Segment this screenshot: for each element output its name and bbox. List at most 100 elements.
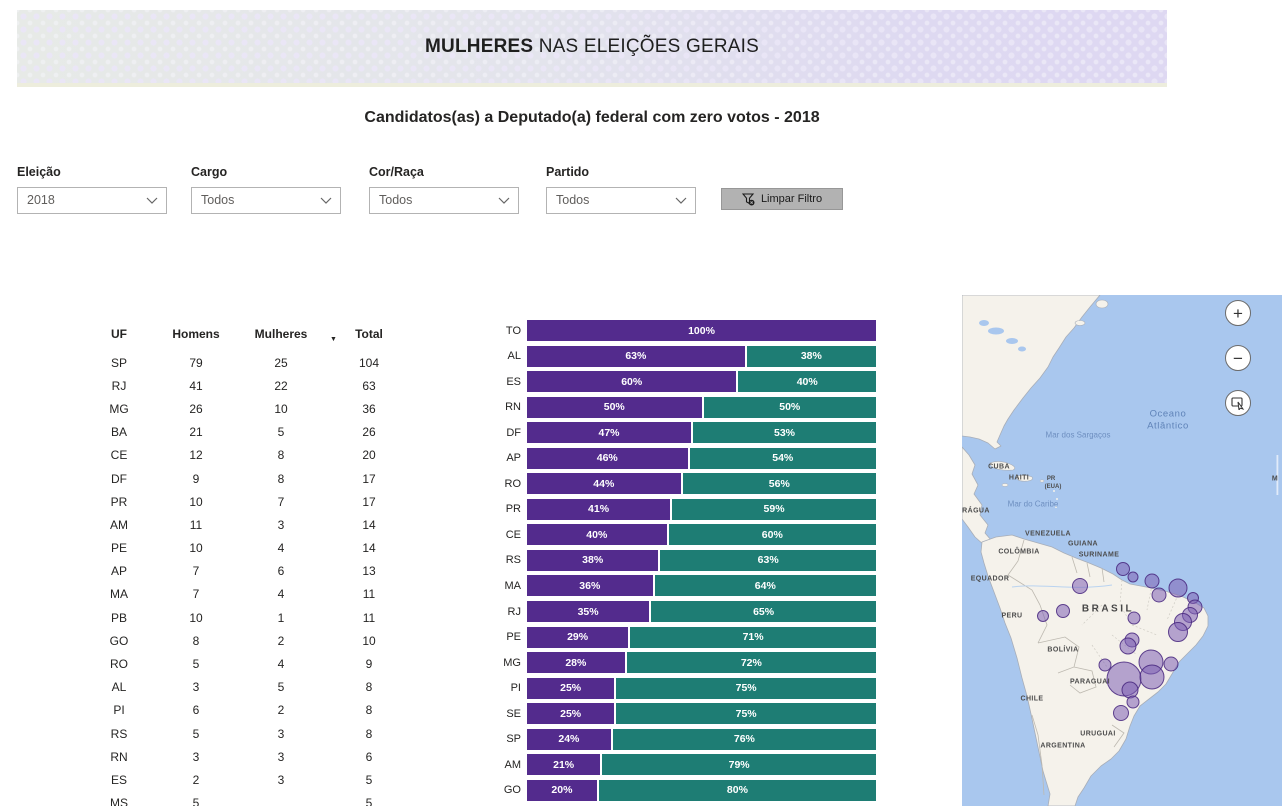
bar-segment-homens[interactable]: 75% bbox=[616, 703, 876, 724]
table-cell: MS bbox=[80, 796, 158, 806]
table-row[interactable]: RJ412263 bbox=[80, 374, 410, 397]
bar-segment-homens[interactable]: 72% bbox=[627, 652, 876, 673]
table-cell: 17 bbox=[328, 495, 410, 509]
table-row[interactable]: RS538 bbox=[80, 722, 410, 745]
brazil-bubble-map[interactable]: OceanoAtlânticoMar dos SargaçosCUBAHAITI… bbox=[962, 295, 1282, 806]
bar-segment-homens[interactable]: 75% bbox=[616, 678, 876, 699]
table-row[interactable]: PB10111 bbox=[80, 606, 410, 629]
map-bubble[interactable] bbox=[1127, 696, 1139, 708]
table-row[interactable]: PR10717 bbox=[80, 490, 410, 513]
bar-segment-homens[interactable]: 79% bbox=[602, 754, 876, 775]
bar-segment-mulheres[interactable]: 25% bbox=[527, 678, 614, 699]
bar-track: 24%76% bbox=[527, 729, 876, 750]
table-row[interactable]: AM11314 bbox=[80, 513, 410, 536]
column-header-uf[interactable]: UF bbox=[80, 327, 158, 341]
bar-segment-homens[interactable]: 64% bbox=[655, 575, 876, 596]
bar-segment-homens[interactable]: 40% bbox=[738, 371, 876, 392]
bar-segment-mulheres[interactable]: 50% bbox=[527, 397, 702, 418]
column-header-mulheres[interactable]: Mulheres bbox=[234, 327, 328, 341]
map-bubble[interactable] bbox=[1128, 612, 1140, 624]
box-select-icon bbox=[1231, 396, 1245, 410]
cargo-dropdown[interactable]: Todos bbox=[191, 187, 341, 214]
bar-segment-homens[interactable]: 65% bbox=[651, 601, 876, 622]
bar-segment-mulheres[interactable]: 60% bbox=[527, 371, 736, 392]
bar-segment-mulheres[interactable]: 28% bbox=[527, 652, 625, 673]
table-row[interactable]: CE12820 bbox=[80, 444, 410, 467]
map-bubble[interactable] bbox=[1038, 611, 1049, 622]
bar-segment-homens[interactable]: 60% bbox=[669, 524, 876, 545]
bar-segment-homens[interactable]: 54% bbox=[690, 448, 876, 469]
bar-segment-mulheres[interactable]: 21% bbox=[527, 754, 600, 775]
map-bubble[interactable] bbox=[1140, 665, 1164, 689]
map-bubble[interactable] bbox=[1169, 579, 1187, 597]
map-bubble[interactable] bbox=[1164, 657, 1178, 671]
eleicao-dropdown-value: 2018 bbox=[27, 188, 55, 213]
bar-segment-homens[interactable]: 50% bbox=[704, 397, 877, 418]
clear-filter-button[interactable]: Limpar Filtro bbox=[721, 188, 843, 210]
bar-segment-mulheres[interactable]: 29% bbox=[527, 627, 628, 648]
table-row[interactable]: SP7925104 bbox=[80, 351, 410, 374]
map-bubble[interactable] bbox=[1122, 682, 1138, 698]
table-cell: 2 bbox=[234, 703, 328, 717]
table-cell: RJ bbox=[80, 379, 158, 393]
table-row[interactable]: MS55 bbox=[80, 792, 410, 806]
table-cell: PR bbox=[80, 495, 158, 509]
table-cell: RS bbox=[80, 727, 158, 741]
sort-descending-icon[interactable]: ▼ bbox=[330, 336, 337, 343]
bar-segment-mulheres[interactable]: 44% bbox=[527, 473, 681, 494]
table-row[interactable]: RO549 bbox=[80, 652, 410, 675]
bar-segment-homens[interactable]: 63% bbox=[660, 550, 876, 571]
bar-segment-homens[interactable]: 38% bbox=[747, 346, 876, 367]
map-bubble[interactable] bbox=[1145, 574, 1159, 588]
table-row[interactable]: ES235 bbox=[80, 768, 410, 791]
map-bubble[interactable] bbox=[1152, 588, 1166, 602]
bar-track: 25%75% bbox=[527, 703, 876, 724]
table-cell: 13 bbox=[328, 564, 410, 578]
bar-segment-mulheres[interactable]: 41% bbox=[527, 499, 670, 520]
bar-segment-homens[interactable]: 59% bbox=[672, 499, 876, 520]
map-box-select-button[interactable] bbox=[1225, 390, 1251, 416]
map-bubble[interactable] bbox=[1057, 605, 1070, 618]
table-row[interactable]: AP7613 bbox=[80, 560, 410, 583]
bar-segment-mulheres[interactable]: 100% bbox=[527, 320, 876, 341]
table-row[interactable]: MA7411 bbox=[80, 583, 410, 606]
map-bubble[interactable] bbox=[1117, 563, 1130, 576]
bar-segment-homens[interactable]: 71% bbox=[630, 627, 876, 648]
map-bubble[interactable] bbox=[1128, 572, 1138, 582]
map-bubble[interactable] bbox=[1114, 706, 1129, 721]
column-header-total[interactable]: Total bbox=[328, 327, 410, 341]
map-zoom-out-button[interactable]: − bbox=[1225, 345, 1251, 371]
table-row[interactable]: MG261036 bbox=[80, 397, 410, 420]
map-zoom-in-button[interactable]: + bbox=[1225, 300, 1251, 326]
page-title-bold: MULHERES bbox=[425, 36, 533, 57]
bar-segment-mulheres[interactable]: 47% bbox=[527, 422, 691, 443]
column-header-homens[interactable]: Homens bbox=[158, 327, 234, 341]
bar-segment-mulheres[interactable]: 36% bbox=[527, 575, 653, 596]
map-bubble[interactable] bbox=[1099, 659, 1111, 671]
bar-segment-homens[interactable]: 56% bbox=[683, 473, 876, 494]
bar-segment-mulheres[interactable]: 63% bbox=[527, 346, 745, 367]
table-row[interactable]: GO8210 bbox=[80, 629, 410, 652]
map-bubble[interactable] bbox=[1073, 579, 1088, 594]
map-bubble[interactable] bbox=[1120, 638, 1136, 654]
table-row[interactable]: BA21526 bbox=[80, 421, 410, 444]
eleicao-dropdown[interactable]: 2018 bbox=[17, 187, 167, 214]
cor-raca-dropdown[interactable]: Todos bbox=[369, 187, 519, 214]
table-row[interactable]: AL358 bbox=[80, 676, 410, 699]
bar-segment-mulheres[interactable]: 20% bbox=[527, 780, 597, 801]
bar-segment-homens[interactable]: 76% bbox=[613, 729, 876, 750]
map-bubble[interactable] bbox=[1169, 623, 1188, 642]
partido-dropdown[interactable]: Todos bbox=[546, 187, 696, 214]
bar-segment-mulheres[interactable]: 35% bbox=[527, 601, 649, 622]
bar-segment-mulheres[interactable]: 25% bbox=[527, 703, 614, 724]
table-row[interactable]: RN336 bbox=[80, 745, 410, 768]
bar-segment-mulheres[interactable]: 38% bbox=[527, 550, 658, 571]
bar-segment-mulheres[interactable]: 24% bbox=[527, 729, 611, 750]
bar-segment-homens[interactable]: 80% bbox=[599, 780, 876, 801]
table-row[interactable]: PE10414 bbox=[80, 537, 410, 560]
table-row[interactable]: PI628 bbox=[80, 699, 410, 722]
table-row[interactable]: DF9817 bbox=[80, 467, 410, 490]
bar-segment-mulheres[interactable]: 40% bbox=[527, 524, 667, 545]
bar-segment-mulheres[interactable]: 46% bbox=[527, 448, 688, 469]
bar-segment-homens[interactable]: 53% bbox=[693, 422, 876, 443]
